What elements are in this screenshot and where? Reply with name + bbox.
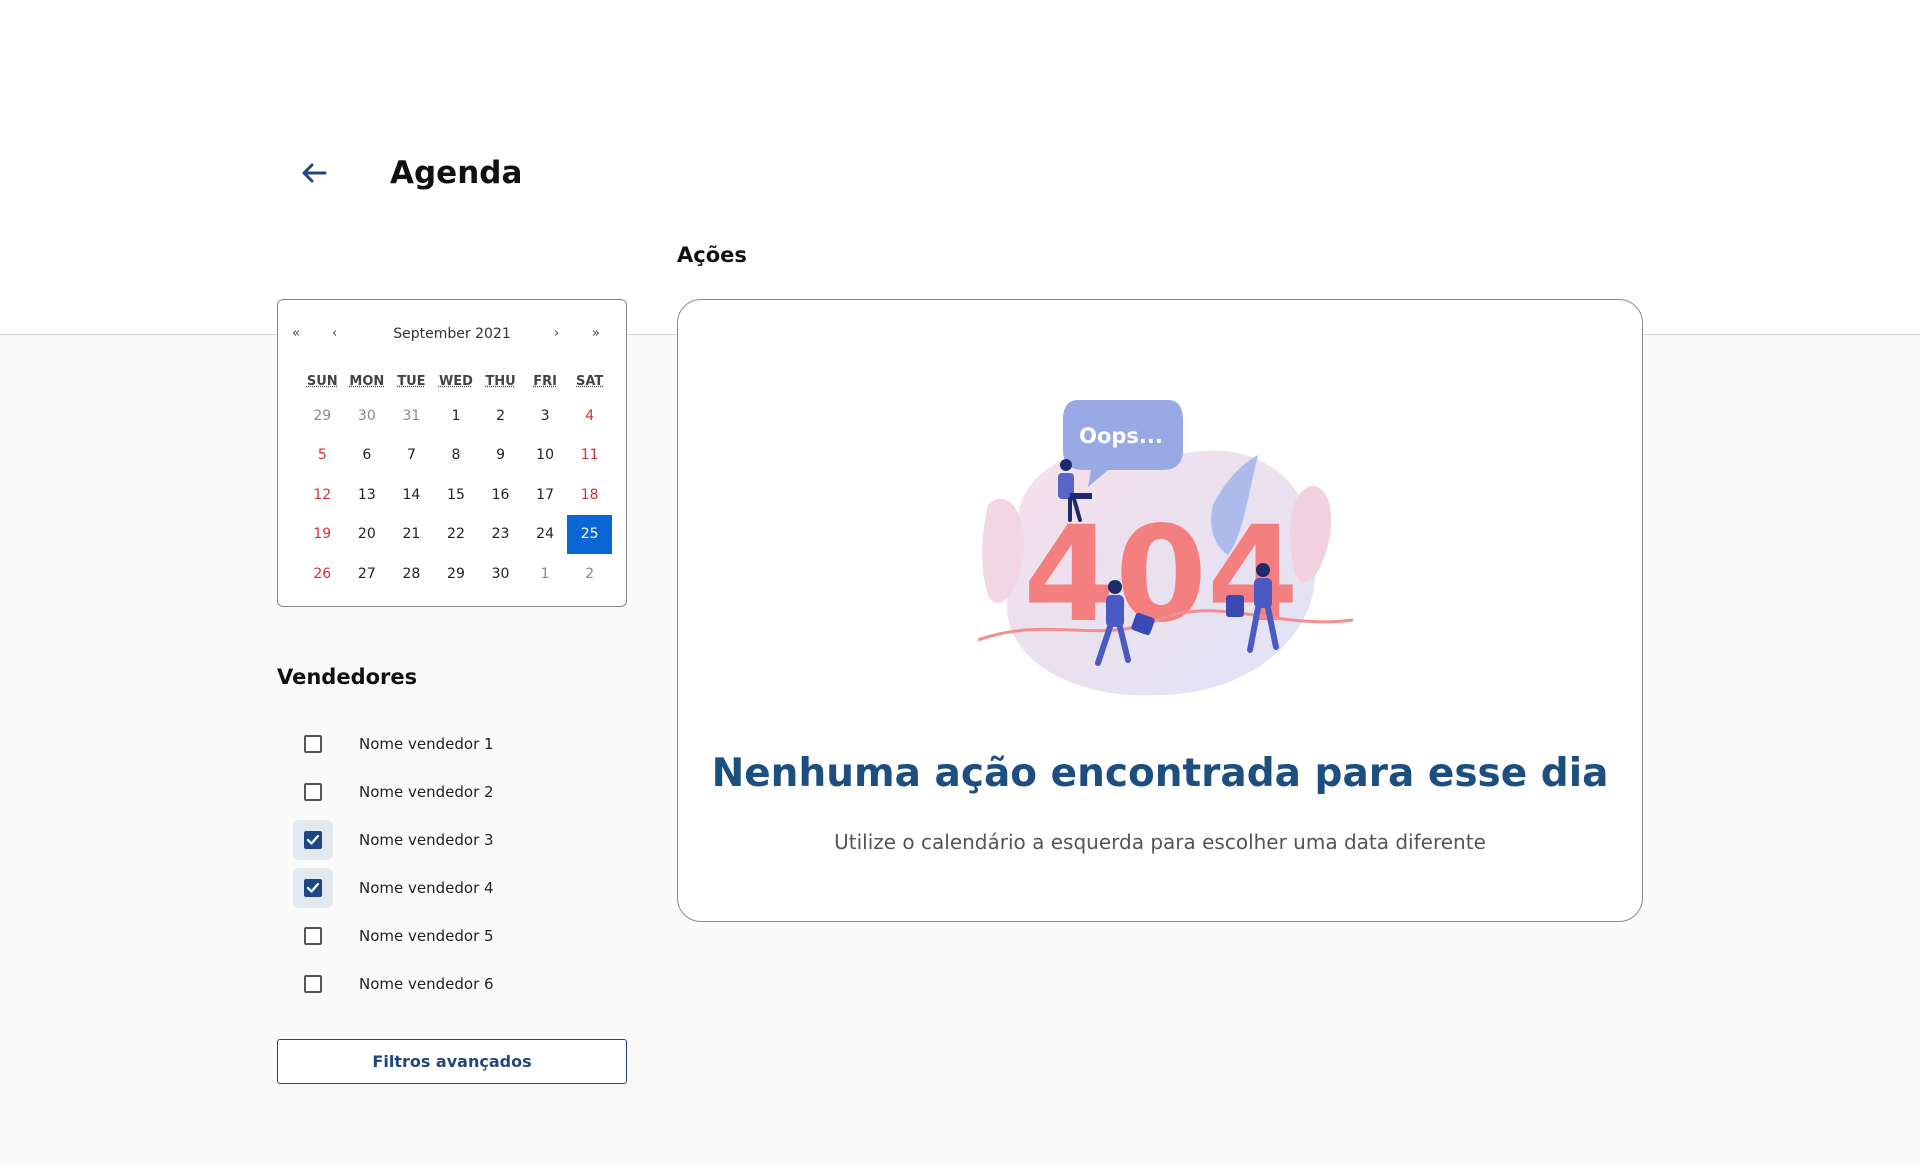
- calendar-week-row: 5 6 7 8 9 10 11: [300, 436, 612, 476]
- calendar-navigation: « ‹ September 2021 › »: [292, 326, 612, 346]
- calendar-day[interactable]: 21: [389, 515, 434, 555]
- calendar-day[interactable]: 24: [523, 515, 568, 555]
- calendar-day[interactable]: 9: [478, 436, 523, 476]
- calendar-day[interactable]: 12: [300, 475, 345, 515]
- vendor-checkbox-wrapper[interactable]: [293, 820, 333, 860]
- weekday-label: THU: [485, 373, 516, 389]
- vendors-label: Vendedores: [277, 665, 418, 689]
- oops-label: Oops...: [1079, 424, 1163, 448]
- calendar-week-row: 26 27 28 29 30 1 2: [300, 554, 612, 594]
- vendor-list: Nome vendedor 1 Nome vendedor 2 Nome vende…: [277, 720, 637, 1008]
- vendor-item[interactable]: Nome vendedor 3: [277, 816, 637, 864]
- prev-month-button[interactable]: ‹: [332, 326, 337, 341]
- calendar-day[interactable]: 18: [567, 475, 612, 515]
- vendor-checkbox-wrapper[interactable]: [293, 724, 333, 764]
- vendor-name: Nome vendedor 2: [359, 783, 494, 801]
- calendar-week-row: 19 20 21 22 23 24 25: [300, 514, 612, 555]
- calendar-day[interactable]: 14: [389, 475, 434, 515]
- vendor-checkbox[interactable]: [304, 783, 322, 801]
- prev-year-button[interactable]: «: [292, 326, 300, 341]
- vendor-name: Nome vendedor 1: [359, 735, 494, 753]
- calendar-day[interactable]: 2: [567, 554, 612, 594]
- checkmark-icon: [307, 883, 319, 893]
- vendor-checkbox-wrapper[interactable]: [293, 868, 333, 908]
- vendor-item[interactable]: Nome vendedor 1: [277, 720, 637, 768]
- empty-state-subtitle: Utilize o calendário a esquerda para esc…: [834, 830, 1486, 854]
- vendor-item[interactable]: Nome vendedor 4: [277, 864, 637, 912]
- calendar-day[interactable]: 15: [434, 475, 479, 515]
- weekday-label: MON: [349, 373, 385, 389]
- vendor-item[interactable]: Nome vendedor 6: [277, 960, 637, 1008]
- calendar-day[interactable]: 22: [434, 515, 479, 555]
- calendar-day[interactable]: 17: [523, 475, 568, 515]
- calendar-day[interactable]: 1: [523, 554, 568, 594]
- calendar-day[interactable]: 16: [478, 475, 523, 515]
- calendar-day[interactable]: 7: [389, 436, 434, 476]
- vendor-checkbox[interactable]: [304, 927, 322, 945]
- page-title: Agenda: [390, 155, 523, 191]
- calendar-day[interactable]: 5: [300, 436, 345, 476]
- advanced-filters-button[interactable]: Filtros avançados: [277, 1039, 627, 1084]
- empty-state-card: Oops... 404 Nenhuma ação encontrada para…: [677, 299, 1643, 922]
- calendar-week-row: 12 13 14 15 16 17 18: [300, 475, 612, 515]
- calendar-day[interactable]: 10: [523, 436, 568, 476]
- vendor-checkbox-wrapper[interactable]: [293, 964, 333, 1004]
- calendar-day[interactable]: 23: [478, 515, 523, 555]
- vendor-checkbox-wrapper[interactable]: [293, 772, 333, 812]
- weekday-label: SUN: [306, 373, 338, 389]
- next-month-button[interactable]: ›: [554, 326, 559, 341]
- calendar-day[interactable]: 30: [478, 554, 523, 594]
- calendar-day-selected[interactable]: 25: [567, 514, 612, 554]
- weekday-label: SAT: [576, 373, 604, 389]
- calendar-day[interactable]: 4: [567, 396, 612, 436]
- calendar-grid: SUN MON TUE WED THU FRI SAT 29 30 31 1 2 3 4 5 6 7 8 9 10 11…: [300, 366, 612, 594]
- calendar-day[interactable]: 29: [434, 554, 479, 594]
- top-band: [0, 0, 1920, 335]
- vendor-item[interactable]: Nome vendedor 5: [277, 912, 637, 960]
- weekday-label: FRI: [533, 373, 557, 389]
- empty-state-title: Nenhuma ação encontrada para esse dia: [711, 751, 1609, 796]
- calendar-day[interactable]: 28: [389, 554, 434, 594]
- vendor-checkbox[interactable]: [304, 831, 322, 849]
- vendor-name: Nome vendedor 6: [359, 975, 494, 993]
- calendar-day[interactable]: 30: [345, 396, 390, 436]
- vendor-name: Nome vendedor 3: [359, 831, 494, 849]
- calendar-day[interactable]: 11: [567, 436, 612, 476]
- vendor-item[interactable]: Nome vendedor 2: [277, 768, 637, 816]
- vendor-checkbox[interactable]: [304, 879, 322, 897]
- vendor-checkbox-wrapper[interactable]: [293, 916, 333, 956]
- calendar-day[interactable]: 8: [434, 436, 479, 476]
- calendar-day[interactable]: 13: [345, 475, 390, 515]
- actions-label: Ações: [677, 243, 747, 267]
- weekday-label: WED: [438, 373, 473, 389]
- calendar-week-row: 29 30 31 1 2 3 4: [300, 396, 612, 436]
- calendar-day[interactable]: 2: [478, 396, 523, 436]
- next-year-button[interactable]: »: [592, 326, 600, 341]
- calendar-day[interactable]: 20: [345, 515, 390, 555]
- calendar-day[interactable]: 6: [345, 436, 390, 476]
- month-label[interactable]: September 2021: [374, 326, 530, 342]
- calendar-day[interactable]: 1: [434, 396, 479, 436]
- calendar-day[interactable]: 27: [345, 554, 390, 594]
- checkmark-icon: [307, 835, 319, 845]
- weekday-label: TUE: [397, 373, 426, 389]
- calendar: « ‹ September 2021 › » SUN MON TUE WED THU FR…: [277, 299, 627, 607]
- page-header: Agenda: [296, 150, 522, 196]
- vendor-checkbox[interactable]: [304, 735, 322, 753]
- calendar-day[interactable]: 3: [523, 396, 568, 436]
- not-found-404-illustration: Oops... 404: [977, 400, 1354, 696]
- weekday-header-row: SUN MON TUE WED THU FRI SAT: [300, 366, 612, 396]
- calendar-day[interactable]: 19: [300, 515, 345, 555]
- calendar-day[interactable]: 31: [389, 396, 434, 436]
- calendar-day[interactable]: 29: [300, 396, 345, 436]
- calendar-day[interactable]: 26: [300, 554, 345, 594]
- vendor-checkbox[interactable]: [304, 975, 322, 993]
- arrow-left-icon[interactable]: [296, 155, 332, 191]
- vendor-name: Nome vendedor 5: [359, 927, 494, 945]
- vendor-name: Nome vendedor 4: [359, 879, 494, 897]
